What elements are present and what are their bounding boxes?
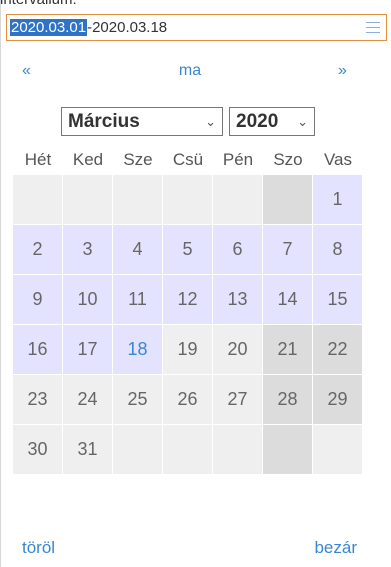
day-cell[interactable]: 26 bbox=[163, 375, 212, 424]
selected-start-date: 2020.03.01 bbox=[10, 18, 88, 36]
weekday-header: Csü bbox=[172, 150, 204, 169]
day-cell[interactable]: 14 bbox=[263, 275, 312, 324]
empty-day-cell bbox=[163, 425, 212, 474]
day-cell[interactable]: 29 bbox=[313, 375, 362, 424]
calendar-nav: « ma » bbox=[0, 62, 391, 86]
weekday-header: Sze bbox=[123, 150, 153, 169]
weekday-header: Vas bbox=[323, 150, 353, 169]
empty-day-cell bbox=[163, 175, 212, 224]
day-cell[interactable]: 3 bbox=[63, 225, 112, 274]
empty-day-cell bbox=[113, 425, 162, 474]
empty-day-cell bbox=[263, 425, 312, 474]
day-cell[interactable]: 2 bbox=[13, 225, 62, 274]
prev-month-button[interactable]: « bbox=[22, 62, 31, 80]
day-cell[interactable]: 22 bbox=[313, 325, 362, 374]
day-cell[interactable]: 23 bbox=[13, 375, 62, 424]
day-cell[interactable]: 11 bbox=[113, 275, 162, 324]
calendar-footer: töröl bezár bbox=[0, 538, 391, 562]
day-cell[interactable]: 27 bbox=[213, 375, 262, 424]
empty-day-cell bbox=[263, 175, 312, 224]
weekday-header: Hét bbox=[24, 150, 52, 169]
day-cell[interactable]: 4 bbox=[113, 225, 162, 274]
date-range-input[interactable]: 2020.03.01-2020.03.18 bbox=[6, 14, 387, 41]
day-cell[interactable]: 25 bbox=[113, 375, 162, 424]
day-cell[interactable]: 31 bbox=[63, 425, 112, 474]
date-range-value[interactable]: 2020.03.01-2020.03.18 bbox=[10, 18, 167, 38]
background-label: intervallum: bbox=[0, 0, 77, 8]
day-cell[interactable]: 28 bbox=[263, 375, 312, 424]
today-button[interactable]: ma bbox=[160, 62, 220, 80]
day-cell[interactable]: 24 bbox=[63, 375, 112, 424]
clear-button[interactable]: töröl bbox=[22, 538, 55, 558]
day-cell[interactable]: 16 bbox=[13, 325, 62, 374]
day-cell[interactable]: 15 bbox=[313, 275, 362, 324]
empty-day-cell bbox=[213, 175, 262, 224]
day-cell[interactable]: 8 bbox=[313, 225, 362, 274]
month-select[interactable]: Március ⌄ bbox=[61, 107, 223, 136]
day-cell[interactable]: 17 bbox=[63, 325, 112, 374]
day-cell[interactable]: 9 bbox=[13, 275, 62, 324]
empty-day-cell bbox=[113, 175, 162, 224]
chevron-down-icon: ⌄ bbox=[205, 114, 216, 129]
next-month-button[interactable]: » bbox=[338, 62, 347, 80]
weekday-header: Pén bbox=[222, 150, 254, 169]
empty-day-cell bbox=[313, 425, 362, 474]
day-cell[interactable]: 18 bbox=[113, 325, 162, 374]
day-cell[interactable]: 30 bbox=[13, 425, 62, 474]
end-date-text: -2020.03.18 bbox=[87, 18, 168, 36]
day-cell[interactable]: 12 bbox=[163, 275, 212, 324]
day-cell[interactable]: 6 bbox=[213, 225, 262, 274]
empty-day-cell bbox=[213, 425, 262, 474]
day-cell[interactable]: 21 bbox=[263, 325, 312, 374]
empty-day-cell bbox=[63, 175, 112, 224]
year-select-value: 2020 bbox=[236, 110, 279, 132]
month-select-value: Március bbox=[68, 110, 140, 132]
day-cell[interactable]: 13 bbox=[213, 275, 262, 324]
weekday-header: Ked bbox=[72, 150, 104, 169]
year-select[interactable]: 2020 ⌄ bbox=[229, 107, 315, 136]
close-button[interactable]: bezár bbox=[314, 538, 357, 558]
weekday-header: Szo bbox=[273, 150, 303, 169]
day-cell[interactable]: 1 bbox=[313, 175, 362, 224]
menu-icon[interactable] bbox=[366, 22, 380, 34]
empty-day-cell bbox=[13, 175, 62, 224]
day-cell[interactable]: 10 bbox=[63, 275, 112, 324]
day-cell[interactable]: 5 bbox=[163, 225, 212, 274]
day-cell[interactable]: 20 bbox=[213, 325, 262, 374]
day-cell[interactable]: 19 bbox=[163, 325, 212, 374]
chevron-down-icon: ⌄ bbox=[297, 114, 308, 129]
day-cell[interactable]: 7 bbox=[263, 225, 312, 274]
